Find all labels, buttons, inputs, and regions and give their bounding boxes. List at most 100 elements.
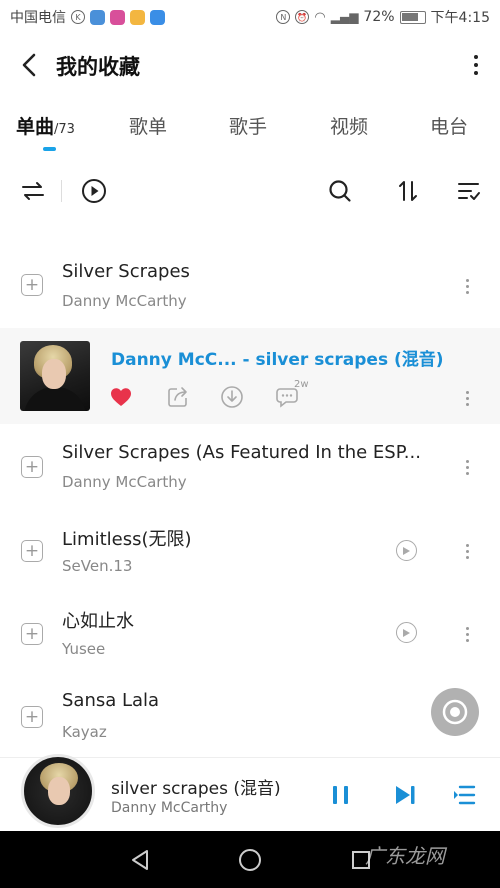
song-row[interactable]: + Silver Scrapes Danny McCarthy [0, 246, 500, 326]
header: 我的收藏 [0, 40, 500, 90]
battery-icon [399, 10, 426, 24]
nav-back-button[interactable] [125, 845, 155, 875]
pause-button[interactable] [326, 780, 356, 810]
tab-count: /73 [54, 122, 75, 137]
app-notification-icon [90, 9, 105, 25]
more-dots-icon [465, 626, 469, 630]
add-icon[interactable]: + [21, 706, 43, 728]
row-more-button[interactable] [462, 455, 472, 479]
song-row[interactable]: + Sansa Lala Kayaz [0, 677, 500, 757]
cover-art [24, 387, 86, 411]
mini-player-cover[interactable] [21, 754, 95, 828]
list-manage-icon [458, 183, 480, 200]
nfc-icon: N [276, 10, 291, 24]
app-notification-icon [110, 9, 125, 25]
play-mv-icon [403, 628, 410, 637]
back-arrow-icon [22, 53, 36, 77]
search-button[interactable] [324, 175, 356, 207]
share-icon [168, 387, 187, 407]
app-notification-icon [150, 9, 165, 25]
tab-singles[interactable]: 单曲/73 [16, 112, 75, 139]
mini-player-title: silver scrapes (混音) [111, 779, 281, 799]
tab-radio[interactable]: 电台 [430, 112, 468, 139]
status-bar: 中国电信 K N ⏰ ◠ ▂▄▆ 72% 下午4:15 [0, 0, 500, 34]
mini-player-artist: Danny McCarthy [111, 800, 228, 816]
tab-playlists[interactable]: 歌单 [129, 112, 167, 139]
tab-indicator [43, 147, 56, 151]
signal-icon: ▂▄▆ [330, 10, 359, 24]
song-artist: Yusee [62, 640, 106, 658]
comment-count: 2w [294, 379, 309, 390]
tab-bar: 单曲/73 歌单 歌手 视频 电台 [0, 108, 500, 156]
tab-videos[interactable]: 视频 [330, 112, 368, 139]
song-row[interactable]: + Silver Scrapes (As Featured In the ESP… [0, 427, 500, 507]
row-more-button[interactable] [462, 386, 472, 410]
add-icon[interactable]: + [21, 540, 43, 562]
alarm-icon: ⏰ [295, 10, 310, 24]
clock: 下午4:15 [430, 10, 490, 26]
page-title: 我的收藏 [56, 55, 140, 79]
shuffle-button[interactable] [17, 175, 49, 207]
carrier-label: 中国电信 [10, 10, 66, 26]
cover-art [48, 777, 70, 805]
song-title: Sansa Lala [62, 690, 160, 711]
next-track-button[interactable] [390, 780, 420, 810]
floating-assist-button[interactable] [431, 688, 479, 736]
song-title: Limitless(无限) [62, 529, 192, 550]
more-options-button[interactable] [466, 48, 486, 82]
playing-song-title: Danny McC... - silver scrapes (混音) [111, 350, 444, 370]
mv-button[interactable] [396, 622, 417, 643]
batch-manage-button[interactable] [453, 175, 485, 207]
mini-player[interactable]: silver scrapes (混音) Danny McCarthy [0, 754, 500, 831]
shuffle-icon [22, 182, 44, 200]
tab-artists[interactable]: 歌手 [229, 112, 267, 139]
play-mv-icon [403, 546, 410, 555]
song-artist: Kayaz [62, 723, 107, 741]
song-title: Silver Scrapes [62, 261, 190, 282]
circle-home-icon [239, 849, 261, 871]
add-icon[interactable]: + [21, 456, 43, 478]
song-artist: SeVen.13 [62, 557, 133, 575]
heart-icon [111, 388, 131, 406]
cover-art [42, 359, 66, 389]
pause-icon [333, 786, 348, 804]
add-icon[interactable]: + [21, 623, 43, 645]
row-more-button[interactable] [462, 622, 472, 646]
more-dots-icon [465, 402, 469, 406]
tab-label: 单曲 [16, 116, 55, 138]
song-title: 心如止水 [62, 611, 134, 632]
more-dots-icon [465, 555, 469, 559]
download-button[interactable] [219, 384, 245, 410]
more-dots-icon [465, 638, 469, 642]
mv-button[interactable] [396, 540, 417, 561]
notification-k-icon: K [71, 10, 85, 24]
next-icon [396, 786, 415, 804]
song-row[interactable]: + Limitless(无限) SeVen.13 [0, 511, 500, 591]
song-row[interactable]: + 心如止水 Yusee [0, 594, 500, 674]
more-dots-icon [465, 459, 469, 463]
song-title: Silver Scrapes (As Featured In the ESP..… [62, 442, 421, 463]
toolbar-divider [61, 180, 62, 202]
more-dots-icon [465, 290, 469, 294]
sort-icon [399, 181, 417, 201]
now-playing-row[interactable]: Danny McC... - silver scrapes (混音) 2w [0, 328, 500, 424]
add-icon[interactable]: + [21, 274, 43, 296]
back-button[interactable] [14, 48, 44, 82]
sort-button[interactable] [392, 175, 424, 207]
like-button[interactable] [108, 384, 134, 410]
nav-home-button[interactable] [235, 845, 265, 875]
more-dots-icon [465, 632, 469, 636]
playlist-button[interactable] [449, 780, 479, 810]
more-dots-icon [474, 63, 478, 67]
download-icon [221, 386, 243, 408]
play-all-button[interactable] [78, 175, 110, 207]
share-button[interactable] [165, 384, 191, 410]
app-notification-icon [130, 9, 145, 25]
more-dots-icon [465, 278, 469, 282]
song-artist: Danny McCarthy [62, 292, 187, 310]
more-dots-icon [465, 390, 469, 394]
more-dots-icon [465, 465, 469, 469]
row-more-button[interactable] [462, 274, 472, 298]
row-more-button[interactable] [462, 539, 472, 563]
album-cover [20, 341, 90, 411]
